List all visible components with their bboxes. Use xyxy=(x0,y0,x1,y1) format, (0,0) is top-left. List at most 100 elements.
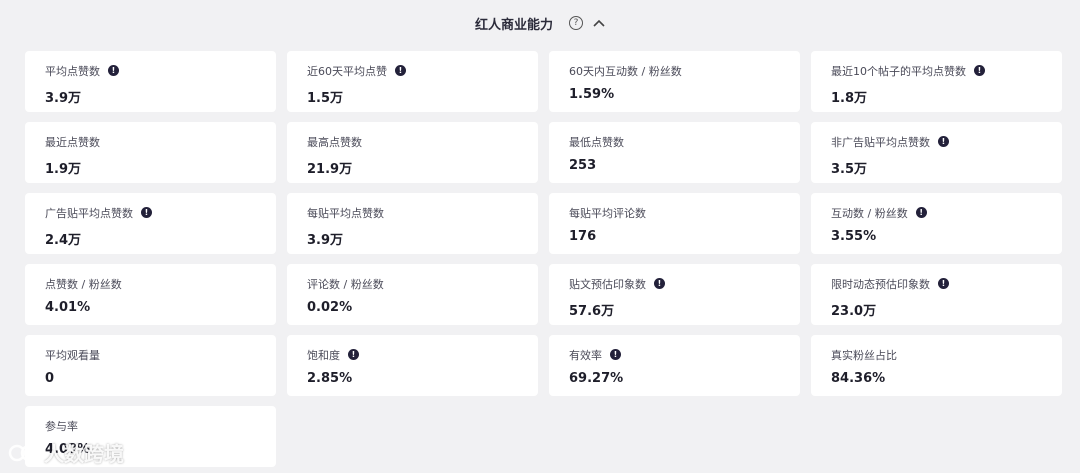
metric-label-row: 最低点赞数 xyxy=(569,134,800,149)
info-icon[interactable]: ! xyxy=(938,136,949,147)
metric-label: 真实粉丝占比 xyxy=(831,348,897,362)
metric-value: 0 xyxy=(45,371,55,386)
metric-label-row: 每贴平均点赞数 xyxy=(307,205,538,220)
metric-label: 平均点赞数 xyxy=(45,64,100,78)
metric-card: 贴文预估印象数! 57.6万 xyxy=(549,264,800,325)
metric-label: 有效率 xyxy=(569,348,602,362)
metric-card: 真实粉丝占比 84.36% xyxy=(811,335,1062,396)
info-icon[interactable]: ! xyxy=(348,349,359,360)
metric-label-row: 平均点赞数! xyxy=(45,63,276,78)
metric-label: 广告贴平均点赞数 xyxy=(45,206,133,220)
info-icon[interactable]: ! xyxy=(141,207,152,218)
metric-label: 近60天平均点赞 xyxy=(307,64,387,78)
metric-label-row: 最高点赞数 xyxy=(307,134,538,149)
section-header: 红人商业能力 ? xyxy=(0,0,1080,46)
metric-label-row: 限时动态预估印象数! xyxy=(831,276,1062,291)
metric-label: 饱和度 xyxy=(307,348,340,362)
metric-label-row: 最近点赞数 xyxy=(45,134,276,149)
metric-label-row: 广告贴平均点赞数! xyxy=(45,205,276,220)
metric-value: 23.0万 xyxy=(831,304,877,319)
metric-label: 贴文预估印象数 xyxy=(569,277,646,291)
metric-card: 互动数 / 粉丝数! 3.55% xyxy=(811,193,1062,254)
watermark-logo-icon xyxy=(8,441,40,465)
metric-label: 限时动态预估印象数 xyxy=(831,277,930,291)
metric-card: 限时动态预估印象数! 23.0万 xyxy=(811,264,1062,325)
metric-value: 1.5万 xyxy=(307,91,344,106)
metric-label-row: 饱和度! xyxy=(307,347,538,362)
metric-card: 点赞数 / 粉丝数 4.01% xyxy=(25,264,276,325)
info-icon[interactable]: ! xyxy=(108,65,119,76)
metric-label-row: 平均观看量 xyxy=(45,347,276,362)
metric-label: 参与率 xyxy=(45,419,78,433)
info-icon[interactable]: ! xyxy=(974,65,985,76)
info-icon[interactable]: ! xyxy=(938,278,949,289)
metric-label-row: 最近10个帖子的平均点赞数! xyxy=(831,63,1062,78)
metric-card: 每贴平均评论数 176 xyxy=(549,193,800,254)
metric-label-row: 近60天平均点赞! xyxy=(307,63,538,78)
metric-label-row: 参与率 xyxy=(45,418,276,433)
metric-label: 60天内互动数 / 粉丝数 xyxy=(569,64,682,78)
metric-value: 69.27% xyxy=(569,371,624,386)
metric-value: 2.85% xyxy=(307,371,353,386)
metric-value: 21.9万 xyxy=(307,162,353,177)
metric-value: 2.4万 xyxy=(45,233,82,248)
info-icon[interactable]: ! xyxy=(654,278,665,289)
metric-label: 点赞数 / 粉丝数 xyxy=(45,277,122,291)
metric-label: 每贴平均点赞数 xyxy=(307,206,384,220)
metric-value: 1.8万 xyxy=(831,91,868,106)
metric-card: 最近点赞数 1.9万 xyxy=(25,122,276,183)
metric-label: 最近10个帖子的平均点赞数 xyxy=(831,64,966,78)
metric-label-row: 非广告贴平均点赞数! xyxy=(831,134,1062,149)
metric-label: 最高点赞数 xyxy=(307,135,362,149)
help-icon[interactable]: ? xyxy=(569,16,583,30)
metric-label: 最低点赞数 xyxy=(569,135,624,149)
metric-label-row: 60天内互动数 / 粉丝数 xyxy=(569,63,800,78)
metric-card: 平均点赞数! 3.9万 xyxy=(25,51,276,112)
metric-label-row: 有效率! xyxy=(569,347,800,362)
metric-value: 84.36% xyxy=(831,371,886,386)
metric-value: 0.02% xyxy=(307,300,353,315)
info-icon[interactable]: ! xyxy=(395,65,406,76)
metric-value: 1.59% xyxy=(569,87,615,102)
metric-card: 最高点赞数 21.9万 xyxy=(287,122,538,183)
chevron-up-icon[interactable] xyxy=(593,19,605,27)
info-icon[interactable]: ! xyxy=(915,207,927,218)
metric-card: 饱和度! 2.85% xyxy=(287,335,538,396)
metric-value: 3.9万 xyxy=(45,91,82,106)
info-icon[interactable]: ! xyxy=(610,349,621,360)
metric-label-row: 每贴平均评论数 xyxy=(569,205,800,220)
metric-label: 每贴平均评论数 xyxy=(569,206,646,220)
metric-label-row: 真实粉丝占比 xyxy=(831,347,1062,362)
metric-card: 评论数 / 粉丝数 0.02% xyxy=(287,264,538,325)
metric-value: 253 xyxy=(569,158,597,173)
section-title: 红人商业能力 xyxy=(474,17,553,33)
metric-card: 60天内互动数 / 粉丝数 1.59% xyxy=(549,51,800,112)
metric-value: 3.55% xyxy=(831,229,877,244)
metric-card: 每贴平均点赞数 3.9万 xyxy=(287,193,538,254)
metric-label: 非广告贴平均点赞数 xyxy=(831,135,930,149)
metric-value: 3.5万 xyxy=(831,162,868,177)
metric-value: 176 xyxy=(569,229,597,244)
metric-label: 平均观看量 xyxy=(45,348,100,362)
metric-label-row: 贴文预估印象数! xyxy=(569,276,800,291)
watermark-text: 人数跨境 xyxy=(44,442,124,466)
metric-card: 非广告贴平均点赞数! 3.5万 xyxy=(811,122,1062,183)
metric-card: 最低点赞数 253 xyxy=(549,122,800,183)
metric-card: 近60天平均点赞! 1.5万 xyxy=(287,51,538,112)
watermark: 人数跨境 xyxy=(8,438,124,467)
metric-value: 1.9万 xyxy=(45,162,82,177)
metric-label: 评论数 / 粉丝数 xyxy=(307,277,384,291)
metric-card: 广告贴平均点赞数! 2.4万 xyxy=(25,193,276,254)
metric-card: 最近10个帖子的平均点赞数! 1.8万 xyxy=(811,51,1062,112)
metric-label-row: 互动数 / 粉丝数! xyxy=(831,205,1062,220)
metric-value: 57.6万 xyxy=(569,304,615,319)
metric-label: 互动数 / 粉丝数 xyxy=(831,206,908,220)
metric-value: 4.01% xyxy=(45,300,91,315)
metric-card: 平均观看量 0 xyxy=(25,335,276,396)
metrics-grid: 平均点赞数! 3.9万 近60天平均点赞! 1.5万 60天内互动数 / 粉丝数 1.59… xyxy=(25,51,1062,467)
metric-label-row: 评论数 / 粉丝数 xyxy=(307,276,538,291)
metric-label-row: 点赞数 / 粉丝数 xyxy=(45,276,276,291)
metric-value: 3.9万 xyxy=(307,233,344,248)
metric-label: 最近点赞数 xyxy=(45,135,100,149)
metric-card: 有效率! 69.27% xyxy=(549,335,800,396)
